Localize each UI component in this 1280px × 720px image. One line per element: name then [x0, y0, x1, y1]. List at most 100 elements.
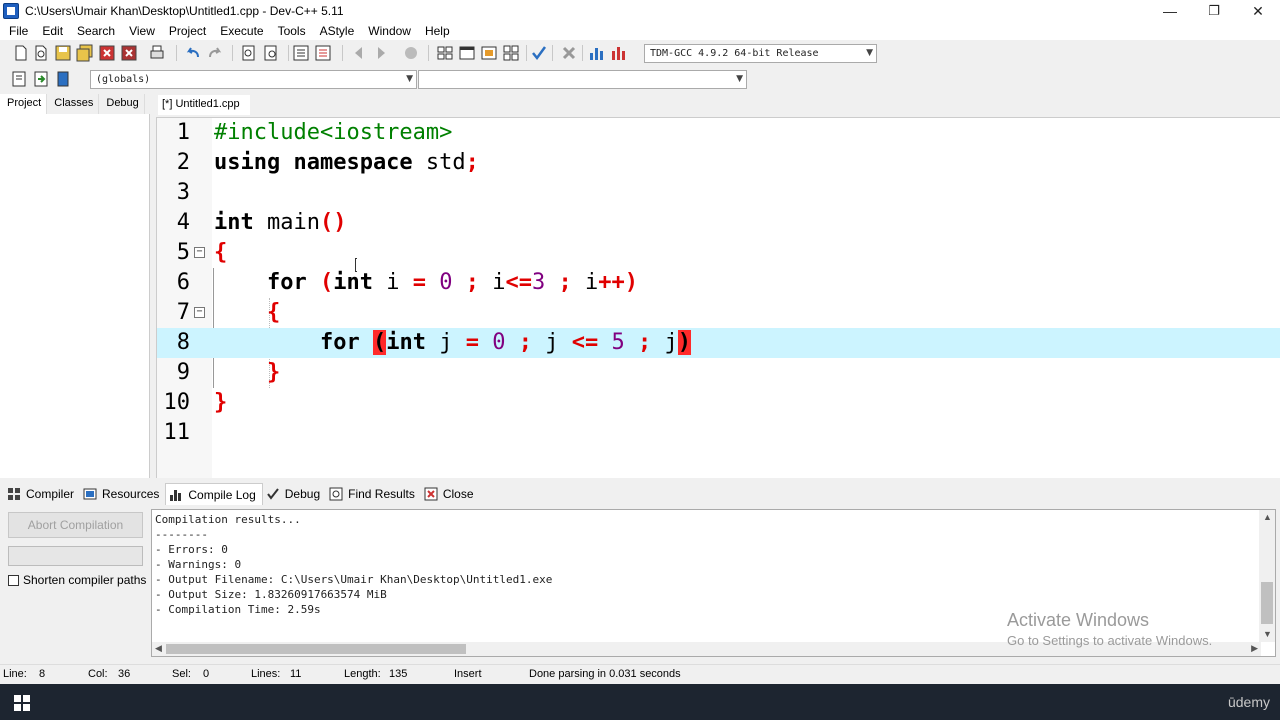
- windows-start-icon[interactable]: [14, 695, 30, 711]
- shorten-paths-checkbox[interactable]: Shorten compiler paths: [8, 573, 146, 587]
- activate-windows-subtitle: Go to Settings to activate Windows.: [1007, 633, 1213, 648]
- delete-profiling-icon[interactable]: [610, 44, 628, 62]
- menu-astyle[interactable]: AStyle: [313, 24, 362, 38]
- chevron-down-icon: ▼: [406, 74, 413, 84]
- line-number: 4: [176, 210, 190, 235]
- tile-windows-icon[interactable]: [502, 44, 520, 62]
- tab-find-results[interactable]: Find Results: [326, 483, 421, 505]
- chevron-down-icon: ▼: [736, 74, 743, 84]
- editor-tab-untitled1[interactable]: [*] Untitled1.cpp: [158, 95, 250, 115]
- log-line: --------: [155, 528, 208, 541]
- status-bar: Line: 8 Col: 36 Sel: 0 Lines: 11 Length:…: [0, 664, 1280, 684]
- close-file-icon[interactable]: [98, 44, 116, 62]
- status-length-label: Length:: [344, 668, 381, 680]
- line-number: 1: [176, 120, 190, 145]
- fold-minus-icon[interactable]: −: [194, 247, 205, 258]
- line-number: 3: [176, 180, 190, 205]
- goto-line-icon[interactable]: [402, 44, 420, 62]
- code-line: 2 using namespace std;: [157, 148, 1280, 178]
- insert-icon[interactable]: [10, 70, 28, 88]
- fold-minus-icon[interactable]: −: [194, 307, 205, 318]
- function-select[interactable]: ▼: [418, 70, 747, 89]
- tab-debug[interactable]: Debug: [99, 94, 145, 114]
- code-line: 5−{: [157, 238, 1280, 268]
- menu-file[interactable]: File: [2, 24, 35, 38]
- menu-view[interactable]: View: [122, 24, 162, 38]
- menu-search[interactable]: Search: [70, 24, 122, 38]
- check-syntax-icon[interactable]: [530, 44, 548, 62]
- tab-compile-log[interactable]: Compile Log: [165, 483, 263, 505]
- profile-analysis-icon[interactable]: [588, 44, 606, 62]
- menu-bar: File Edit Search View Project Execute To…: [0, 22, 1280, 40]
- project-browser[interactable]: [0, 114, 150, 478]
- scroll-right-icon[interactable]: ▶: [1251, 643, 1258, 654]
- menu-edit[interactable]: Edit: [35, 24, 70, 38]
- title-bar: C:\Users\Umair Khan\Desktop\Untitled1.cp…: [0, 0, 1280, 22]
- checkbox-icon[interactable]: [8, 574, 19, 586]
- log-vertical-thumb[interactable]: [1261, 582, 1273, 624]
- new-file-icon[interactable]: [12, 44, 30, 62]
- line-number: 8: [176, 330, 190, 355]
- status-lines-value: 11: [290, 668, 302, 680]
- indent-icon[interactable]: [292, 44, 310, 62]
- close-window-button[interactable]: ✕: [1236, 0, 1280, 22]
- code-line: 9 }: [157, 358, 1280, 388]
- menu-tools[interactable]: Tools: [271, 24, 313, 38]
- status-line-value: 8: [39, 668, 46, 680]
- compile-log-text: Compilation results... -------- - Errors: …: [155, 512, 552, 617]
- code-text: }: [214, 390, 228, 415]
- restore-button[interactable]: ❐: [1192, 0, 1236, 22]
- scroll-down-icon[interactable]: ▼: [1263, 629, 1272, 639]
- bookmark-back-icon[interactable]: [350, 44, 368, 62]
- window-icon[interactable]: [458, 44, 476, 62]
- bookmark-forward-icon[interactable]: [372, 44, 390, 62]
- status-sel-value: 0: [203, 668, 210, 680]
- status-length-value: 135: [389, 668, 408, 680]
- redo-icon[interactable]: [206, 44, 224, 62]
- log-vertical-scrollbar[interactable]: ▲ ▼: [1259, 510, 1275, 642]
- menu-execute[interactable]: Execute: [213, 24, 270, 38]
- scroll-left-icon[interactable]: ◀: [155, 643, 162, 654]
- find-icon[interactable]: [240, 44, 258, 62]
- status-line-label: Line:: [3, 668, 27, 680]
- toggle-bookmark-icon[interactable]: [32, 70, 50, 88]
- code-editor[interactable]: 1 #include<iostream> 2 using namespace std…: [156, 117, 1280, 478]
- save-icon[interactable]: [54, 44, 72, 62]
- find-results-icon: [329, 487, 343, 501]
- project-options-icon[interactable]: [480, 44, 498, 62]
- close-all-icon[interactable]: [120, 44, 138, 62]
- tab-resources[interactable]: Resources: [80, 483, 165, 505]
- stop-execution-icon[interactable]: [560, 44, 578, 62]
- goto-bookmark-icon[interactable]: [54, 70, 72, 88]
- scroll-up-icon[interactable]: ▲: [1263, 512, 1272, 522]
- abort-compilation-button[interactable]: Abort Compilation: [8, 512, 143, 538]
- tab-close-panel[interactable]: Close: [421, 483, 480, 505]
- menu-window[interactable]: Window: [361, 24, 418, 38]
- print-icon[interactable]: [148, 44, 166, 62]
- menu-help[interactable]: Help: [418, 24, 457, 38]
- tab-classes[interactable]: Classes: [47, 94, 100, 114]
- compilation-progress-bar: [8, 546, 143, 566]
- text-cursor-icon: [355, 258, 357, 272]
- unindent-icon[interactable]: [314, 44, 332, 62]
- compiler-grid-icon: [8, 488, 20, 500]
- save-all-icon[interactable]: [76, 44, 94, 62]
- tab-project[interactable]: Project: [0, 94, 48, 114]
- log-line: - Warnings: 0: [155, 558, 242, 571]
- replace-icon[interactable]: [262, 44, 280, 62]
- tab-debug-bottom[interactable]: Debug: [263, 483, 326, 505]
- log-line: - Compilation Time: 2.59s: [155, 603, 321, 616]
- log-line: - Errors: 0: [155, 543, 228, 556]
- undo-icon[interactable]: [184, 44, 202, 62]
- tab-resources-label: Resources: [102, 487, 160, 501]
- project-new-icon[interactable]: [436, 44, 454, 62]
- menu-project[interactable]: Project: [162, 24, 213, 38]
- open-file-icon[interactable]: [32, 44, 50, 62]
- log-horizontal-thumb[interactable]: [166, 644, 466, 654]
- code-line: 4 int main(): [157, 208, 1280, 238]
- scope-select[interactable]: (globals) ▼: [90, 70, 417, 89]
- tab-compiler[interactable]: Compiler: [4, 483, 80, 505]
- udemy-watermark: ūdemy: [1227, 694, 1270, 710]
- minimize-button[interactable]: —: [1148, 0, 1192, 22]
- compiler-select[interactable]: TDM-GCC 4.9.2 64-bit Release ▼: [644, 44, 877, 63]
